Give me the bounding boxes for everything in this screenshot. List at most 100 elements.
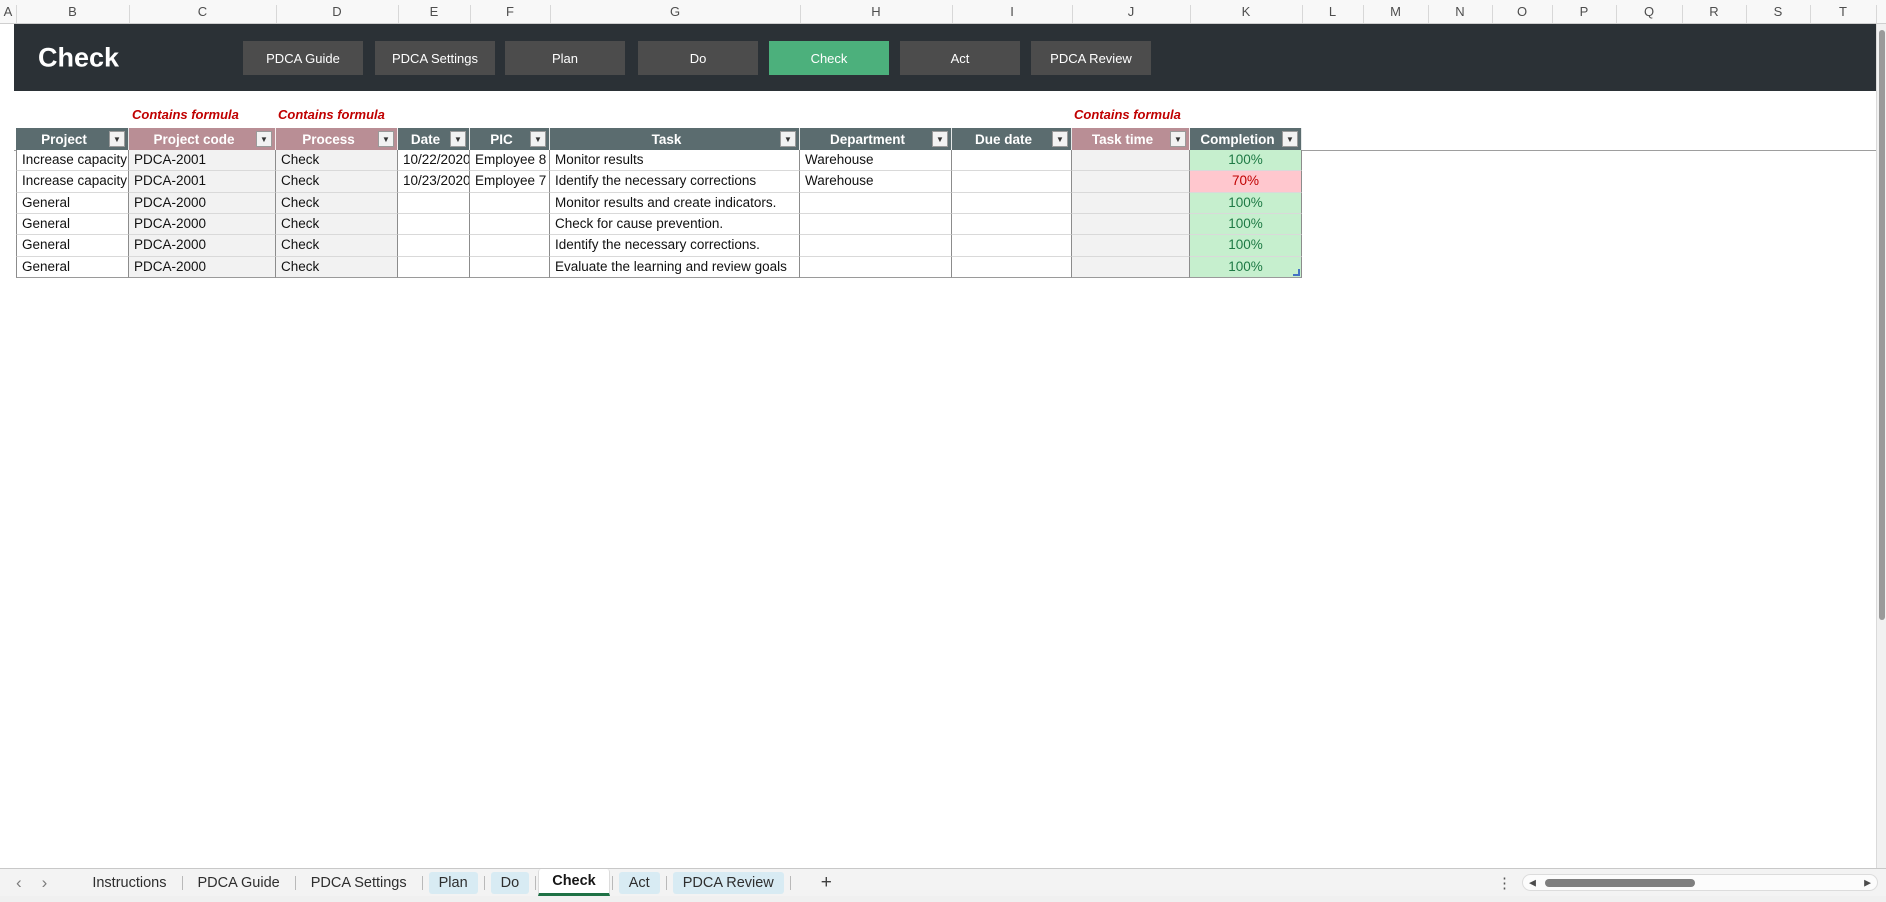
banner-button-pdca-review[interactable]: PDCA Review [1031, 41, 1151, 75]
cell-task-time[interactable] [1072, 150, 1190, 171]
cell-date[interactable] [398, 193, 470, 214]
horizontal-scrollbar-thumb[interactable] [1545, 879, 1695, 887]
cell-project[interactable]: General [16, 235, 129, 256]
cell-task[interactable]: Check for cause prevention. [550, 214, 800, 235]
cell-department[interactable] [800, 235, 952, 256]
filter-dropdown-icon[interactable]: ▼ [109, 131, 125, 147]
cell-department[interactable]: Warehouse [800, 171, 952, 192]
column-letter[interactable]: I [1010, 4, 1014, 19]
column-letter[interactable]: D [332, 4, 341, 19]
cell-project-code[interactable]: PDCA-2000 [129, 257, 276, 278]
banner-button-pdca-settings[interactable]: PDCA Settings [375, 41, 495, 75]
column-letter[interactable]: L [1329, 4, 1336, 19]
column-header-process[interactable]: Process▼ [276, 128, 398, 150]
filter-dropdown-icon[interactable]: ▼ [256, 131, 272, 147]
sheet-tab-check[interactable]: Check [538, 869, 610, 896]
vertical-scrollbar-thumb[interactable] [1879, 30, 1885, 620]
cell-completion[interactable]: 100% [1190, 214, 1302, 235]
cell-pic[interactable]: Employee 8 [470, 150, 550, 171]
cell-pic[interactable] [470, 257, 550, 278]
column-letter[interactable]: B [68, 4, 77, 19]
cell-completion[interactable]: 100% [1190, 193, 1302, 214]
column-letter[interactable]: H [871, 4, 880, 19]
cell-project[interactable]: Increase capacity [16, 150, 129, 171]
cell-date[interactable] [398, 257, 470, 278]
filter-dropdown-icon[interactable]: ▼ [1282, 131, 1298, 147]
cell-date[interactable]: 10/23/2020 [398, 171, 470, 192]
banner-button-do[interactable]: Do [638, 41, 758, 75]
cell-completion[interactable]: 100% [1190, 235, 1302, 256]
column-header-date[interactable]: Date▼ [398, 128, 470, 150]
cell-task[interactable]: Identify the necessary corrections [550, 171, 800, 192]
cell-pic[interactable] [470, 193, 550, 214]
column-header-due-date[interactable]: Due date▼ [952, 128, 1072, 150]
cell-project-code[interactable]: PDCA-2001 [129, 171, 276, 192]
sheet-tab-instructions[interactable]: Instructions [79, 875, 179, 891]
cell-task-time[interactable] [1072, 257, 1190, 278]
cell-date[interactable] [398, 235, 470, 256]
sheet-tab-pdca-review[interactable]: PDCA Review [673, 872, 784, 894]
cell-process[interactable]: Check [276, 171, 398, 192]
cell-project-code[interactable]: PDCA-2000 [129, 214, 276, 235]
banner-button-plan[interactable]: Plan [505, 41, 625, 75]
column-letter[interactable]: A [4, 4, 13, 19]
more-options-icon[interactable]: ⋮ [1497, 874, 1512, 892]
cell-completion[interactable]: 70% [1190, 171, 1302, 192]
filter-dropdown-icon[interactable]: ▼ [378, 131, 394, 147]
cell-process[interactable]: Check [276, 214, 398, 235]
cell-task[interactable]: Identify the necessary corrections. [550, 235, 800, 256]
cell-due-date[interactable] [952, 257, 1072, 278]
add-sheet-icon[interactable]: + [821, 872, 832, 894]
cell-pic[interactable]: Employee 7 [470, 171, 550, 192]
cell-department[interactable]: Warehouse [800, 150, 952, 171]
column-header-task-time[interactable]: Task time▼ [1072, 128, 1190, 150]
scroll-left-icon[interactable]: ◀ [1529, 877, 1536, 888]
cell-date[interactable] [398, 214, 470, 235]
banner-button-check[interactable]: Check [769, 41, 889, 75]
cell-process[interactable]: Check [276, 193, 398, 214]
column-header-project[interactable]: Project▼ [16, 128, 129, 150]
column-letter[interactable]: P [1580, 4, 1589, 19]
cell-project-code[interactable]: PDCA-2000 [129, 235, 276, 256]
next-sheet-icon[interactable]: › [42, 874, 48, 891]
filter-dropdown-icon[interactable]: ▼ [1170, 131, 1186, 147]
column-letter[interactable]: C [198, 4, 207, 19]
cell-task[interactable]: Monitor results [550, 150, 800, 171]
column-letter[interactable]: N [1455, 4, 1464, 19]
cell-process[interactable]: Check [276, 257, 398, 278]
cell-completion[interactable]: 100% [1190, 257, 1302, 278]
banner-button-act[interactable]: Act [900, 41, 1020, 75]
cell-due-date[interactable] [952, 171, 1072, 192]
cell-task-time[interactable] [1072, 171, 1190, 192]
filter-dropdown-icon[interactable]: ▼ [530, 131, 546, 147]
vertical-scrollbar[interactable] [1876, 24, 1886, 868]
column-letter[interactable]: S [1774, 4, 1783, 19]
cell-project[interactable]: General [16, 214, 129, 235]
sheet-tab-act[interactable]: Act [619, 872, 660, 894]
column-header-department[interactable]: Department▼ [800, 128, 952, 150]
cell-pic[interactable] [470, 214, 550, 235]
cell-project[interactable]: General [16, 193, 129, 214]
cell-completion[interactable]: 100% [1190, 150, 1302, 171]
cell-due-date[interactable] [952, 235, 1072, 256]
scroll-right-icon[interactable]: ▶ [1864, 877, 1871, 888]
column-letter[interactable]: T [1839, 4, 1847, 19]
banner-button-pdca-guide[interactable]: PDCA Guide [243, 41, 363, 75]
cell-task-time[interactable] [1072, 235, 1190, 256]
cell-due-date[interactable] [952, 150, 1072, 171]
column-letter[interactable]: E [430, 4, 439, 19]
column-letter[interactable]: O [1517, 4, 1527, 19]
cell-project[interactable]: Increase capacity [16, 171, 129, 192]
column-letter[interactable]: M [1390, 4, 1401, 19]
cell-date[interactable]: 10/22/2020 [398, 150, 470, 171]
cell-department[interactable] [800, 193, 952, 214]
column-header-task[interactable]: Task▼ [550, 128, 800, 150]
cell-process[interactable]: Check [276, 235, 398, 256]
sheet-tab-pdca-guide[interactable]: PDCA Guide [185, 875, 293, 891]
column-header-completion[interactable]: Completion▼ [1190, 128, 1302, 150]
cell-project-code[interactable]: PDCA-2001 [129, 150, 276, 171]
cell-task-time[interactable] [1072, 193, 1190, 214]
cell-process[interactable]: Check [276, 150, 398, 171]
sheet-tab-do[interactable]: Do [491, 872, 530, 894]
cell-pic[interactable] [470, 235, 550, 256]
